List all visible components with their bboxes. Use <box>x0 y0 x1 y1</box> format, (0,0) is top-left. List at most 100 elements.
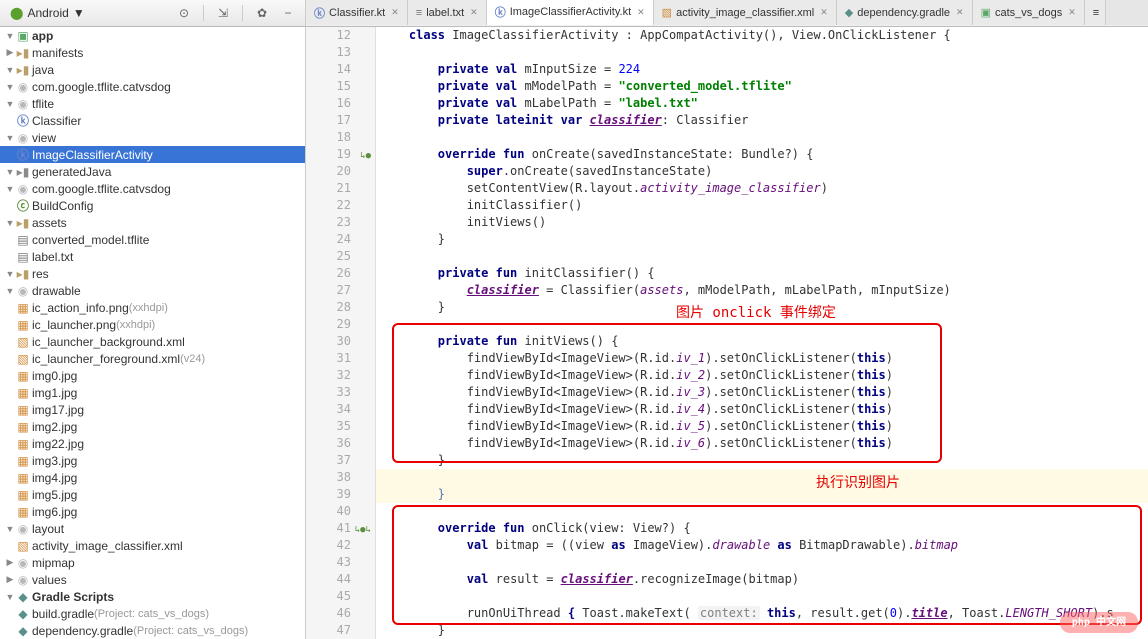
code-line[interactable]: private val mModelPath = "converted_mode… <box>376 78 1148 95</box>
tree-folder[interactable]: ▼▸▮assets <box>0 214 305 231</box>
close-icon[interactable]: ✕ <box>468 7 478 18</box>
tree-item[interactable]: ▧ic_launcher_background.xml <box>0 333 305 350</box>
tree-item[interactable]: ▤label.txt <box>0 248 305 265</box>
expand-arrow-icon[interactable]: ▼ <box>4 31 16 41</box>
code-line[interactable] <box>376 588 1148 605</box>
tree-item[interactable]: ▦img6.jpg <box>0 503 305 520</box>
project-view-selector[interactable]: ⬤ Android ▼ <box>6 4 89 22</box>
tab-cats_vs_dogs[interactable]: ▣cats_vs_dogs✕ <box>973 0 1085 25</box>
expand-arrow-icon[interactable]: ▼ <box>4 592 16 602</box>
code-line[interactable] <box>376 554 1148 571</box>
expand-arrow-icon[interactable]: ▼ <box>4 167 16 177</box>
tree-folder[interactable]: ▼◉drawable <box>0 282 305 299</box>
expand-arrow-icon[interactable]: ▼ <box>4 133 16 143</box>
expand-arrow-icon[interactable]: ▼ <box>4 184 16 194</box>
close-icon[interactable]: ✕ <box>635 7 645 18</box>
tree-item[interactable]: ▦img4.jpg <box>0 469 305 486</box>
tree-folder[interactable]: ▶◉values <box>0 571 305 588</box>
tree-folder[interactable]: ▼▸▮res <box>0 265 305 282</box>
code-editor[interactable]: 1213141516171819↳●2021222324252627282930… <box>306 27 1148 639</box>
expand-arrow-icon[interactable]: ▼ <box>4 82 16 92</box>
code-line[interactable]: initClassifier() <box>376 197 1148 214</box>
code-line[interactable] <box>376 503 1148 520</box>
code-line[interactable] <box>376 129 1148 146</box>
tree-folder[interactable]: ▼◉com.google.tflite.catvsdog <box>0 180 305 197</box>
code-line[interactable]: findViewById<ImageView>(R.id.iv_4).setOn… <box>376 401 1148 418</box>
tab-dependency-gradle[interactable]: ◆dependency.gradle✕ <box>837 0 973 25</box>
code-line[interactable]: setContentView(R.layout.activity_image_c… <box>376 180 1148 197</box>
code-line[interactable]: override fun onCreate(savedInstanceState… <box>376 146 1148 163</box>
tree-folder[interactable]: ▼◉view <box>0 129 305 146</box>
code-line[interactable] <box>376 44 1148 61</box>
close-icon[interactable]: ✕ <box>1066 7 1076 18</box>
tree-item[interactable]: ▤converted_model.tflite <box>0 231 305 248</box>
code-area[interactable]: 图片 onclick 事件绑定 执行识别图片 php 中文网 class Ima… <box>376 27 1148 639</box>
tree-item[interactable]: ◆dependency.gradle (Project: cats_vs_dog… <box>0 622 305 639</box>
tree-item[interactable]: ▦img2.jpg <box>0 418 305 435</box>
expand-arrow-icon[interactable]: ▼ <box>4 269 16 279</box>
code-line[interactable] <box>376 316 1148 333</box>
code-line[interactable]: super.onCreate(savedInstanceState) <box>376 163 1148 180</box>
code-line[interactable]: findViewById<ImageView>(R.id.iv_2).setOn… <box>376 367 1148 384</box>
code-line[interactable]: initViews() <box>376 214 1148 231</box>
project-tree[interactable]: ▼▣app▶▸▮manifests▼▸▮java▼◉com.google.tfl… <box>0 27 306 639</box>
code-line[interactable]: } <box>376 452 1148 469</box>
expand-arrow-icon[interactable]: ▶ <box>4 574 16 585</box>
tab-imageclassifieractivity-kt[interactable]: ⓚImageClassifierActivity.kt✕ <box>487 0 654 25</box>
tree-item[interactable]: ⓚClassifier <box>0 112 305 129</box>
code-line[interactable]: classifier = Classifier(assets, mModelPa… <box>376 282 1148 299</box>
tree-item[interactable]: ▦ic_launcher.png (xxhdpi) <box>0 316 305 333</box>
tab-label-txt[interactable]: ≡label.txt✕ <box>408 0 487 25</box>
tree-item[interactable]: ▧ic_launcher_foreground.xml (v24) <box>0 350 305 367</box>
tree-item[interactable]: ▧activity_image_classifier.xml <box>0 537 305 554</box>
code-line[interactable]: } <box>376 622 1148 639</box>
code-line[interactable]: private fun initViews() { <box>376 333 1148 350</box>
tree-folder[interactable]: ▼◉com.google.tflite.catvsdog <box>0 78 305 95</box>
code-line[interactable] <box>376 248 1148 265</box>
tree-item[interactable]: ▦img22.jpg <box>0 435 305 452</box>
close-icon[interactable]: ✕ <box>818 7 828 18</box>
tab-activity_image_classifier-xml[interactable]: ▧activity_image_classifier.xml✕ <box>654 0 837 25</box>
tree-item[interactable]: ⓒBuildConfig <box>0 197 305 214</box>
code-line[interactable]: private val mInputSize = 224 <box>376 61 1148 78</box>
code-line[interactable] <box>376 469 1148 486</box>
tree-folder[interactable]: ▶◉mipmap <box>0 554 305 571</box>
code-line[interactable]: private fun initClassifier() { <box>376 265 1148 282</box>
tree-folder[interactable]: ▼▣app <box>0 27 305 44</box>
code-line[interactable]: findViewById<ImageView>(R.id.iv_1).setOn… <box>376 350 1148 367</box>
tree-folder[interactable]: ▼◉layout <box>0 520 305 537</box>
close-icon[interactable]: ✕ <box>389 7 399 18</box>
expand-arrow-icon[interactable]: ▼ <box>4 286 16 296</box>
expand-arrow-icon[interactable]: ▼ <box>4 524 16 534</box>
code-line[interactable]: private lateinit var classifier: Classif… <box>376 112 1148 129</box>
code-line[interactable]: override fun onClick(view: View?) { <box>376 520 1148 537</box>
gear-icon[interactable]: ✿ <box>251 3 273 23</box>
target-icon[interactable]: ⊙ <box>173 3 195 23</box>
code-line[interactable]: private val mLabelPath = "label.txt" <box>376 95 1148 112</box>
code-line[interactable]: class ImageClassifierActivity : AppCompa… <box>376 27 1148 44</box>
tree-item[interactable]: ⓚImageClassifierActivity <box>0 146 305 163</box>
code-line[interactable]: runOnUiThread { Toast.makeText( context:… <box>376 605 1148 622</box>
expand-arrow-icon[interactable]: ▶ <box>4 557 16 568</box>
tab-classifier-kt[interactable]: ⓚClassifier.kt✕ <box>306 0 408 25</box>
tree-item[interactable]: ▦ic_action_info.png (xxhdpi) <box>0 299 305 316</box>
code-line[interactable]: val bitmap = ((view as ImageView).drawab… <box>376 537 1148 554</box>
tree-item[interactable]: ◆build.gradle (Project: cats_vs_dogs) <box>0 605 305 622</box>
tree-item[interactable]: ▦img5.jpg <box>0 486 305 503</box>
tree-item[interactable]: ▦img1.jpg <box>0 384 305 401</box>
code-line[interactable]: } <box>376 299 1148 316</box>
code-line[interactable]: val result = classifier.recognizeImage(b… <box>376 571 1148 588</box>
tree-item[interactable]: ▦img0.jpg <box>0 367 305 384</box>
code-line[interactable]: findViewById<ImageView>(R.id.iv_3).setOn… <box>376 384 1148 401</box>
expand-arrow-icon[interactable]: ▶ <box>4 47 16 58</box>
tree-folder[interactable]: ▼▸▮java <box>0 61 305 78</box>
expand-arrow-icon[interactable]: ▼ <box>4 218 16 228</box>
expand-arrow-icon[interactable]: ▼ <box>4 65 16 75</box>
tab-overflow[interactable]: ≡ <box>1085 0 1106 25</box>
code-line[interactable]: findViewById<ImageView>(R.id.iv_6).setOn… <box>376 435 1148 452</box>
tree-item[interactable]: ▦img3.jpg <box>0 452 305 469</box>
tree-folder[interactable]: ▼◆Gradle Scripts <box>0 588 305 605</box>
tree-folder[interactable]: ▼◉tflite <box>0 95 305 112</box>
collapse-icon[interactable]: ⇲ <box>212 3 234 23</box>
close-icon[interactable]: ✕ <box>954 7 964 18</box>
